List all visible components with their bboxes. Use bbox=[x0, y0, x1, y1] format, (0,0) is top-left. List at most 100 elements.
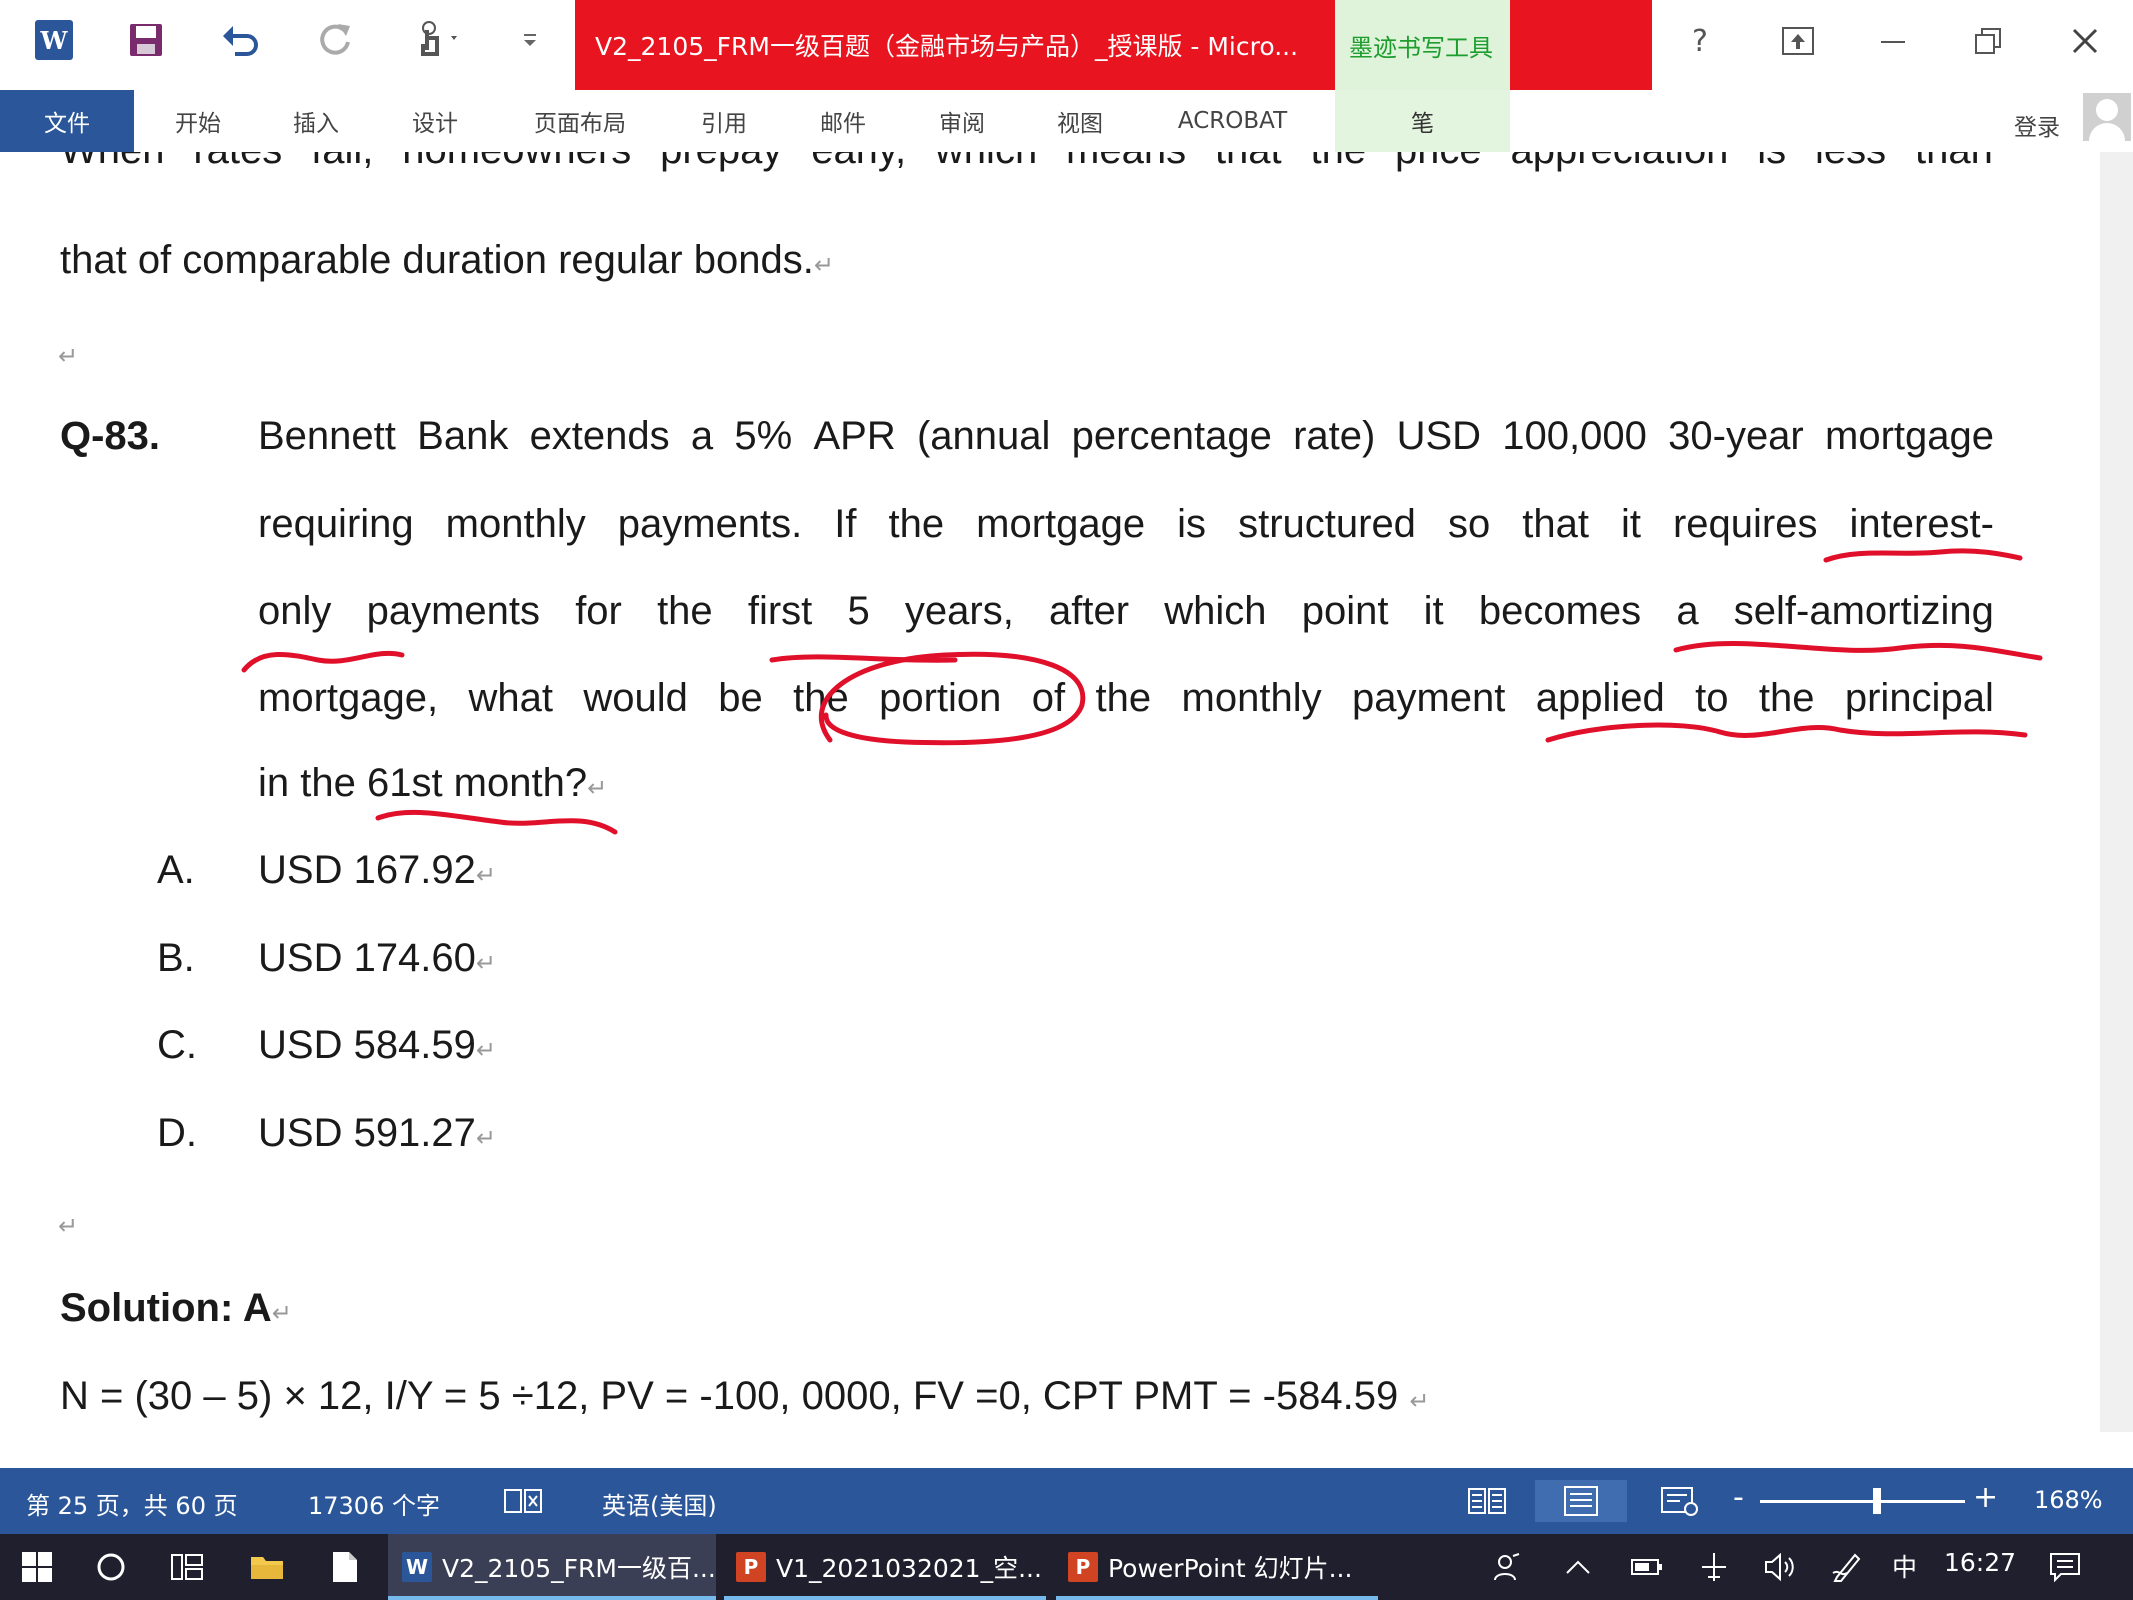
intro-line-2: that of comparable duration regular bond… bbox=[60, 238, 834, 282]
language-indicator[interactable]: 英语(美国) bbox=[602, 1486, 717, 1521]
read-mode-icon[interactable] bbox=[1462, 1480, 1512, 1522]
clock[interactable]: 16:27 bbox=[1944, 1548, 2016, 1577]
option-letter-c: C. bbox=[157, 1023, 197, 1067]
close-icon[interactable] bbox=[2055, 16, 2115, 66]
zoom-out-button[interactable]: - bbox=[1733, 1480, 1744, 1515]
zoom-slider-thumb[interactable] bbox=[1872, 1488, 1881, 1514]
save-icon[interactable] bbox=[120, 14, 172, 66]
word: which bbox=[935, 152, 1037, 173]
word: years, bbox=[904, 589, 1014, 633]
redo-icon[interactable] bbox=[310, 14, 362, 66]
ribbon-display-options-icon[interactable] bbox=[1768, 16, 1828, 66]
tab-acrobat[interactable]: ACROBAT bbox=[1160, 90, 1305, 152]
zoom-slider[interactable] bbox=[1760, 1500, 1965, 1503]
word: is bbox=[1757, 152, 1786, 173]
word: payments bbox=[366, 589, 540, 633]
chevron-up-icon[interactable] bbox=[1558, 1542, 1598, 1592]
word: When bbox=[60, 152, 165, 173]
word: requires bbox=[1672, 502, 1818, 546]
customize-toolbar-icon[interactable] bbox=[515, 14, 545, 66]
word: structured bbox=[1238, 502, 1416, 546]
airplane-mode-icon[interactable] bbox=[1693, 1542, 1735, 1592]
volume-icon[interactable] bbox=[1760, 1542, 1802, 1592]
word: requiring bbox=[258, 502, 414, 546]
word: mortgage, bbox=[258, 676, 439, 720]
word: after bbox=[1049, 589, 1130, 633]
page-counter[interactable]: 第 25 页，共 60 页 bbox=[26, 1486, 238, 1521]
web-layout-icon[interactable] bbox=[1655, 1480, 1705, 1522]
word: Bank bbox=[417, 414, 509, 458]
tab-review[interactable]: 审阅 bbox=[922, 90, 1002, 152]
zoom-in-button[interactable]: + bbox=[1973, 1480, 1998, 1515]
question-line-2: requiring monthly payments. If the mortgage is… bbox=[258, 502, 1994, 547]
start-icon[interactable] bbox=[12, 1542, 62, 1592]
word: a bbox=[1676, 589, 1699, 633]
word: 100,000 bbox=[1502, 414, 1647, 458]
word: becomes bbox=[1478, 589, 1642, 633]
pen-workspace-icon[interactable] bbox=[1826, 1542, 1868, 1592]
touch-mode-icon[interactable] bbox=[410, 14, 470, 66]
help-icon[interactable]: ? bbox=[1670, 16, 1730, 66]
document-icon[interactable] bbox=[320, 1542, 370, 1592]
tab-home[interactable]: 开始 bbox=[158, 90, 238, 152]
word: for bbox=[575, 589, 622, 633]
tab-mailings[interactable]: 邮件 bbox=[803, 90, 883, 152]
option-letter-b: B. bbox=[157, 936, 195, 980]
tab-references[interactable]: 引用 bbox=[684, 90, 764, 152]
search-icon[interactable] bbox=[86, 1542, 136, 1592]
tab-insert[interactable]: 插入 bbox=[276, 90, 356, 152]
question-line-3: only payments for the first 5 years, after which… bbox=[258, 589, 1994, 634]
option-text-a: USD 167.92↵ bbox=[258, 848, 497, 892]
word: payments. bbox=[617, 502, 803, 546]
word-icon[interactable]: W bbox=[30, 14, 78, 66]
word: payment bbox=[1351, 676, 1506, 720]
tab-pen[interactable]: 笔 bbox=[1335, 90, 1510, 152]
word: monthly bbox=[445, 502, 586, 546]
task-view-icon[interactable] bbox=[162, 1542, 212, 1592]
word: applied bbox=[1535, 676, 1665, 720]
word: early, bbox=[811, 152, 906, 173]
tab-view[interactable]: 视图 bbox=[1040, 90, 1120, 152]
ink-tools-context-tab[interactable]: 墨迹书写工具 bbox=[1335, 0, 1510, 90]
print-layout-icon[interactable] bbox=[1535, 1480, 1627, 1522]
vertical-scrollbar[interactable] bbox=[2100, 152, 2133, 1432]
word: principal bbox=[1844, 676, 1994, 720]
word: what bbox=[468, 676, 553, 720]
people-icon[interactable] bbox=[1488, 1542, 1528, 1592]
word: would bbox=[583, 676, 688, 720]
option-letter-d: D. bbox=[157, 1111, 197, 1155]
tab-layout[interactable]: 页面布局 bbox=[520, 90, 640, 152]
word: than bbox=[1915, 152, 1993, 173]
word: the bbox=[1758, 676, 1815, 720]
option-text-b: USD 174.60↵ bbox=[258, 936, 497, 980]
word: the bbox=[1311, 152, 1367, 173]
minimize-icon[interactable] bbox=[1863, 16, 1923, 66]
solution-label: Solution: A↵ bbox=[60, 1286, 292, 1330]
taskbar-app-ppt-1[interactable]: P V1_2021032021_空... bbox=[724, 1534, 1046, 1600]
undo-icon[interactable] bbox=[215, 14, 267, 66]
proofing-icon[interactable] bbox=[500, 1480, 546, 1522]
word: appreciation bbox=[1511, 152, 1729, 173]
taskbar-app-label: V1_2021032021_空... bbox=[776, 1554, 1042, 1583]
input-method-indicator[interactable]: 中 bbox=[1892, 1548, 1917, 1584]
tab-file[interactable]: 文件 bbox=[0, 90, 134, 152]
taskbar-app-ppt-2[interactable]: P PowerPoint 幻灯片... bbox=[1056, 1534, 1378, 1600]
sign-in-link[interactable]: 登录 bbox=[2014, 108, 2060, 142]
word: mortgage bbox=[1825, 414, 1994, 458]
word-count[interactable]: 17306 个字 bbox=[308, 1486, 440, 1521]
file-explorer-icon[interactable] bbox=[242, 1542, 292, 1592]
taskbar-app-word[interactable]: W V2_2105_FRM一级百... bbox=[388, 1534, 716, 1600]
zoom-level[interactable]: 168% bbox=[2034, 1486, 2103, 1514]
tab-design[interactable]: 设计 bbox=[395, 90, 475, 152]
notifications-icon[interactable] bbox=[2042, 1542, 2088, 1592]
word: means bbox=[1066, 152, 1186, 173]
battery-icon[interactable] bbox=[1626, 1542, 1668, 1592]
word: Bennett bbox=[258, 414, 396, 458]
empty-paragraph-mark: ↵ bbox=[58, 343, 79, 370]
restore-icon[interactable] bbox=[1958, 16, 2018, 66]
document-page[interactable]: When rates fall, homeowners prepay early, whic… bbox=[0, 152, 2100, 1432]
avatar[interactable] bbox=[2083, 93, 2131, 141]
word: it bbox=[1423, 589, 1444, 633]
word: APR bbox=[813, 414, 896, 458]
taskbar: W V2_2105_FRM一级百... P V1_2021032021_空...… bbox=[0, 1534, 2133, 1600]
